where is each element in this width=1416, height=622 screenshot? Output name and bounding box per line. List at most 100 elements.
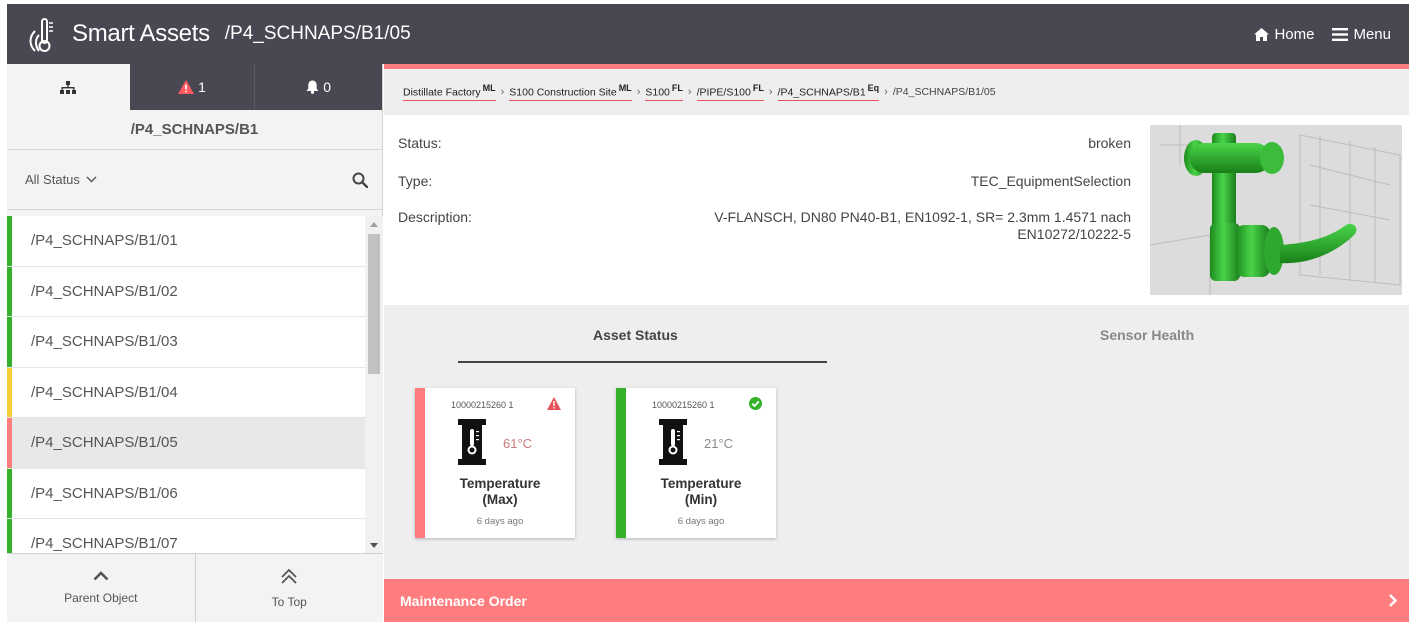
- card-status-bar: [415, 388, 425, 538]
- breadcrumb-type-tag: ML: [618, 83, 632, 94]
- breadcrumb-separator-icon: ›: [636, 86, 641, 98]
- breadcrumb-link-label: /PIPE/S100: [696, 86, 751, 99]
- breadcrumb-link[interactable]: /P4_SCHNAPS/B1 Eq: [777, 83, 880, 101]
- tab-hierarchy[interactable]: [7, 64, 130, 110]
- list-scrollbar[interactable]: [365, 216, 383, 553]
- status-indicator: [7, 519, 12, 553]
- home-button[interactable]: Home: [1254, 26, 1314, 43]
- list-item[interactable]: /P4_SCHNAPS/B1/05: [7, 418, 383, 469]
- home-label: Home: [1274, 25, 1315, 43]
- tab-alerts[interactable]: 1: [129, 64, 256, 110]
- panel-tabs: 1 0: [7, 64, 382, 110]
- status-indicator: [7, 216, 12, 266]
- hierarchy-icon: [60, 80, 77, 94]
- warning-icon: [178, 80, 195, 94]
- description-value: V-FLANSCH, DN80 PN40-B1, EN1092-1, SR= 2…: [618, 209, 1131, 243]
- breadcrumb-link-label: S100 Construction Site: [509, 86, 617, 99]
- breadcrumb-link-label: /P4_SCHNAPS/B1: [777, 86, 866, 99]
- sensor-name-line-1: Temperature: [660, 476, 742, 491]
- breadcrumb-separator-icon: ›: [500, 86, 505, 98]
- menu-button[interactable]: Menu: [1332, 26, 1391, 43]
- status-value: broken: [1088, 135, 1131, 151]
- list-item-label: /P4_SCHNAPS/B1/05: [31, 434, 178, 452]
- scroll-up-arrow-icon[interactable]: [365, 216, 383, 232]
- status-indicator: [7, 418, 12, 468]
- sensor-card[interactable]: 10000215260 1 21°C Temperature (Min) 6 d…: [616, 388, 776, 538]
- asset-detail-card: Status: broken Type: TEC_EquipmentSelect…: [384, 115, 1409, 305]
- tab-asset-status[interactable]: Asset Status: [593, 327, 678, 343]
- list-item-label: /P4_SCHNAPS/B1/04: [31, 383, 178, 401]
- to-top-label: To Top: [271, 594, 307, 609]
- breadcrumb-separator-icon: ›: [884, 86, 888, 98]
- sensor-name: Temperature (Max): [425, 476, 575, 508]
- breadcrumb-link[interactable]: Distillate Factory ML: [403, 83, 496, 101]
- tab-sensor-health[interactable]: Sensor Health: [1100, 327, 1194, 343]
- list-item-label: /P4_SCHNAPS/B1/03: [31, 333, 178, 351]
- description-line-2: EN10272/10222-5: [1017, 226, 1131, 242]
- alerts-count: 1: [198, 79, 206, 95]
- hierarchy-panel: 1 0 /P4_SCHNAPS/B1 All Status /P4_SCHNAP…: [7, 64, 383, 622]
- description-row: Description: V-FLANSCH, DN80 PN40-B1, EN…: [398, 209, 1131, 243]
- status-indicator: [7, 266, 12, 316]
- child-object-list: /P4_SCHNAPS/B1/01/P4_SCHNAPS/B1/02/P4_SC…: [7, 216, 383, 553]
- smart-assets-logo-icon: [22, 14, 62, 54]
- list-item[interactable]: /P4_SCHNAPS/B1/07: [7, 519, 383, 553]
- list-item[interactable]: /P4_SCHNAPS/B1/03: [7, 317, 383, 368]
- breadcrumb-link[interactable]: /PIPE/S100 FL: [696, 83, 764, 101]
- current-path-title: /P4_SCHNAPS/B1/05: [224, 23, 411, 44]
- sensor-value: 61°C: [503, 436, 533, 451]
- status-filter-label: All Status: [25, 172, 80, 187]
- status-label: Status:: [398, 135, 442, 151]
- sensor-value: 21°C: [704, 436, 734, 451]
- chevron-right-icon: [1389, 594, 1397, 607]
- sensor-card[interactable]: 10000215260 1 61°C Temperature (Max) 6 d…: [415, 388, 575, 538]
- parent-object-button[interactable]: Parent Object: [7, 554, 196, 622]
- sensor-timestamp: 6 days ago: [476, 516, 524, 527]
- breadcrumb-type-tag: Eq: [867, 83, 880, 94]
- type-label: Type:: [398, 173, 433, 189]
- maintenance-order-bar[interactable]: Maintenance Order: [384, 579, 1409, 622]
- check-circle-icon: [749, 397, 762, 415]
- hamburger-icon: [1332, 27, 1349, 41]
- description-label: Description:: [398, 209, 472, 225]
- sensor-id: 10000215260 1: [652, 400, 715, 410]
- breadcrumb-type-tag: FL: [671, 83, 683, 94]
- sensor-name: Temperature (Min): [626, 476, 776, 508]
- sensor-timestamp: 6 days ago: [677, 516, 725, 527]
- parent-object-label: Parent Object: [64, 591, 138, 605]
- status-indicator: [7, 468, 12, 518]
- section-tabs: Asset Status Sensor Health: [384, 305, 1409, 365]
- app-header: Smart Assets /P4_SCHNAPS/B1/05 Home Menu: [7, 4, 1409, 64]
- scroll-down-arrow-icon[interactable]: [365, 537, 383, 553]
- list-item-label: /P4_SCHNAPS/B1/01: [31, 232, 178, 250]
- type-row: Type: TEC_EquipmentSelection: [398, 173, 1131, 190]
- breadcrumb-link-label: S100: [645, 86, 670, 99]
- tab-notifications[interactable]: 0: [255, 64, 382, 110]
- list-item[interactable]: /P4_SCHNAPS/B1/04: [7, 367, 383, 418]
- app-title: Smart Assets: [72, 20, 210, 47]
- maintenance-order-label: Maintenance Order: [400, 592, 527, 609]
- filter-bar: All Status: [7, 150, 382, 210]
- status-filter-dropdown[interactable]: All Status: [25, 172, 97, 187]
- list-item[interactable]: /P4_SCHNAPS/B1/02: [7, 266, 383, 317]
- breadcrumb-link[interactable]: S100 FL: [645, 83, 683, 101]
- sensor-name-line-2: (Max): [482, 492, 518, 507]
- to-top-button[interactable]: To Top: [195, 554, 383, 622]
- bell-icon: [306, 80, 319, 94]
- list-navigation: Parent Object To Top: [7, 553, 383, 622]
- breadcrumb-link-label: Distillate Factory: [403, 86, 481, 99]
- breadcrumb-link[interactable]: S100 Construction Site ML: [509, 83, 632, 101]
- menu-label: Menu: [1353, 25, 1391, 43]
- breadcrumb-separator-icon: ›: [687, 86, 692, 98]
- scrollbar-thumb[interactable]: [368, 234, 380, 374]
- list-item[interactable]: /P4_SCHNAPS/B1/06: [7, 468, 383, 519]
- list-item[interactable]: /P4_SCHNAPS/B1/01: [7, 216, 383, 267]
- search-icon[interactable]: [352, 172, 368, 188]
- sensor-id: 10000215260 1: [451, 400, 514, 410]
- card-status-bar: [616, 388, 626, 538]
- parent-object-name: /P4_SCHNAPS/B1: [7, 110, 382, 150]
- asset-image: [1150, 125, 1402, 295]
- active-tab-underline: [458, 361, 827, 363]
- status-indicator: [7, 317, 12, 367]
- chevron-up-icon: [93, 571, 109, 581]
